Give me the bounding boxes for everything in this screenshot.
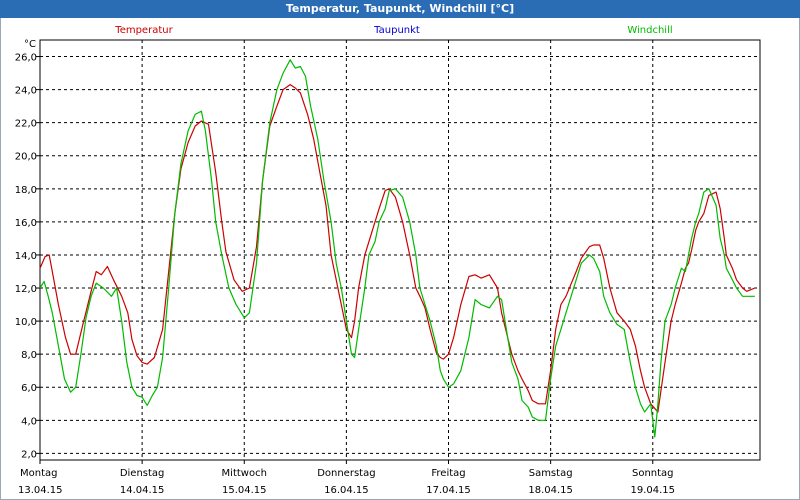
series-line-temperatur bbox=[39, 83, 756, 413]
legend: Temperatur Taupunkt Windchill bbox=[114, 25, 672, 36]
x-tick-date-label: 18.04.15 bbox=[528, 485, 573, 496]
line-chart: °C 26,0 24,0 22,0 20,0 18,0 16,0 14,0 12,0 10,0 8… bbox=[15, 25, 761, 496]
x-tick-day-label: Dienstag bbox=[120, 468, 165, 479]
y-tick-label: 22,0 bbox=[15, 119, 37, 130]
y-tick-label: 2,0 bbox=[21, 449, 37, 460]
y-tick-label: 4,0 bbox=[21, 416, 37, 427]
x-tick-date-label: 14.04.15 bbox=[120, 485, 165, 496]
plot-area-border bbox=[39, 39, 761, 461]
y-tick-label: 14,0 bbox=[15, 251, 37, 262]
series-lines bbox=[39, 59, 756, 438]
y-tick-label: 18,0 bbox=[15, 185, 37, 196]
x-tick-day-label: Mittwoch bbox=[222, 468, 267, 479]
x-axis: Montag 13.04.15 Dienstag 14.04.15 Mittwoch 15… bbox=[18, 460, 675, 496]
x-tick-day-label: Samstag bbox=[529, 468, 573, 479]
x-tick-day-label: Sonntag bbox=[632, 468, 674, 479]
x-tick-day-label: Montag bbox=[20, 468, 57, 479]
legend-taupunkt: Taupunkt bbox=[373, 25, 420, 36]
y-tick-label: 6,0 bbox=[21, 383, 37, 394]
y-axis: °C 26,0 24,0 22,0 20,0 18,0 16,0 14,0 12,0 10,0 8… bbox=[15, 39, 40, 460]
y-tick-label: 16,0 bbox=[15, 218, 37, 229]
x-tick-date-label: 13.04.15 bbox=[18, 485, 63, 496]
y-axis-unit-label: °C bbox=[24, 39, 36, 50]
legend-windchill: Windchill bbox=[627, 25, 672, 36]
series-line-windchill bbox=[39, 59, 755, 438]
y-tick-label: 8,0 bbox=[21, 350, 37, 361]
x-tick-date-label: 15.04.15 bbox=[222, 485, 267, 496]
x-tick-date-label: 16.04.15 bbox=[324, 485, 369, 496]
grid-lines bbox=[40, 40, 760, 460]
y-tick-label: 12,0 bbox=[15, 284, 37, 295]
y-tick-label: 10,0 bbox=[15, 317, 37, 328]
x-tick-day-label: Freitag bbox=[431, 468, 465, 479]
y-tick-label: 20,0 bbox=[15, 152, 37, 163]
y-tick-label: 26,0 bbox=[15, 53, 37, 64]
y-tick-label: 24,0 bbox=[15, 86, 37, 97]
x-tick-day-label: Donnerstag bbox=[317, 468, 375, 479]
legend-temperatur: Temperatur bbox=[114, 25, 173, 36]
x-tick-date-label: 19.04.15 bbox=[631, 485, 676, 496]
x-tick-date-label: 17.04.15 bbox=[426, 485, 471, 496]
